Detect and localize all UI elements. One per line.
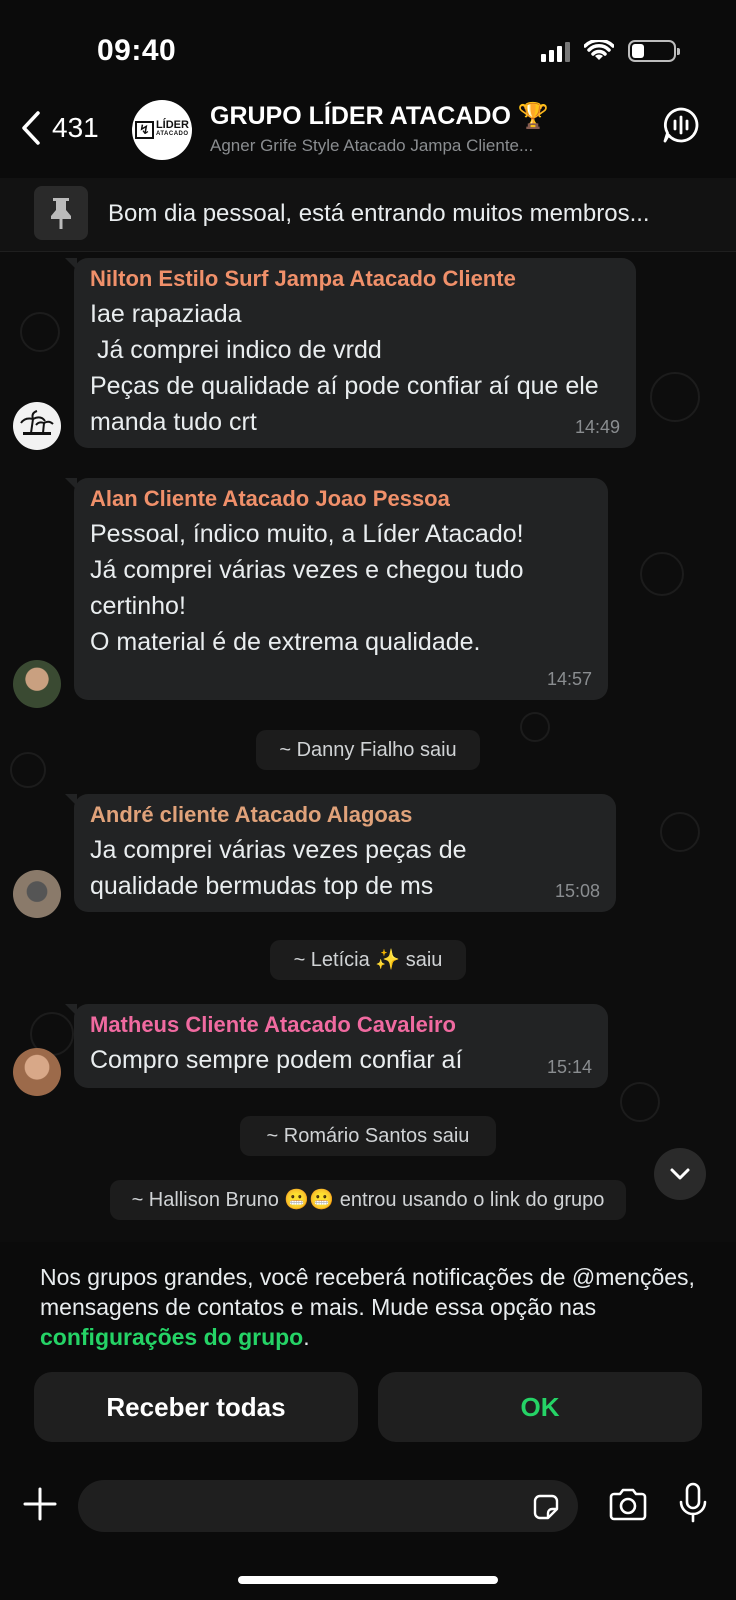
message-time: 15:08 bbox=[554, 881, 600, 901]
message-bubble[interactable]: André cliente Atacado Alagoas Ja comprei… bbox=[65, 794, 616, 912]
chevron-left-icon bbox=[22, 111, 40, 145]
wifi-icon bbox=[584, 40, 614, 60]
group-title[interactable]: GRUPO LÍDER ATACADO 🏆 bbox=[210, 102, 549, 131]
plus-icon[interactable] bbox=[22, 1486, 58, 1522]
avatar[interactable] bbox=[13, 870, 61, 918]
message-sender[interactable]: André cliente Atacado Alagoas bbox=[90, 802, 600, 828]
notification-notice: Nos grupos grandes, você receberá notifi… bbox=[0, 1242, 736, 1600]
message-text: Compro sempre podem confiar aí bbox=[90, 1046, 463, 1074]
message-time: 14:49 bbox=[574, 417, 620, 437]
chevron-down-icon bbox=[670, 1168, 690, 1180]
microphone-icon[interactable] bbox=[678, 1482, 708, 1524]
message-text: Ja comprei várias vezes peças de qualida… bbox=[90, 836, 474, 900]
group-avatar[interactable]: ↯ LÍDER ATACADO bbox=[132, 100, 192, 160]
message-sender[interactable]: Alan Cliente Atacado Joao Pessoa bbox=[90, 486, 592, 512]
message-input[interactable] bbox=[78, 1480, 578, 1532]
camera-icon[interactable] bbox=[608, 1488, 648, 1522]
system-message: ~ Romário Santos saiu bbox=[240, 1116, 496, 1156]
system-message: ~ Hallison Bruno 😬😬 entrou usando o link… bbox=[110, 1180, 626, 1220]
voice-chat-icon[interactable] bbox=[662, 106, 700, 144]
system-message: ~ Danny Fialho saiu bbox=[256, 730, 480, 770]
status-time: 09:40 bbox=[97, 34, 177, 67]
back-button[interactable]: 431 bbox=[20, 110, 99, 146]
message-time: 15:14 bbox=[546, 1057, 592, 1077]
pinned-text: Bom dia pessoal, está entrando muitos me… bbox=[108, 200, 650, 227]
message-bubble[interactable]: Nilton Estilo Surf Jampa Atacado Cliente… bbox=[65, 258, 636, 448]
sticker-icon[interactable] bbox=[532, 1493, 560, 1521]
system-message: ~ Letícia ✨ saiu bbox=[270, 940, 466, 980]
avatar[interactable] bbox=[13, 1048, 61, 1096]
whatsapp-chat-screen: 09:40 431 ↯ LÍDER ATACADO GRUPO LÍDER ATA… bbox=[0, 0, 736, 1600]
palm-tree-icon bbox=[20, 410, 54, 435]
chat-header: 431 ↯ LÍDER ATACADO GRUPO LÍDER ATACADO 🏆… bbox=[0, 88, 736, 178]
group-logo: ↯ LÍDER ATACADO bbox=[135, 120, 189, 139]
message-bubble[interactable]: Matheus Cliente Atacado Cavaleiro Compro… bbox=[65, 1004, 608, 1088]
status-icons bbox=[541, 40, 680, 62]
message-composer bbox=[0, 1470, 736, 1540]
avatar[interactable] bbox=[13, 402, 61, 450]
message-text: Pessoal, índico muito, a Líder Atacado! … bbox=[90, 520, 524, 656]
message-text: Iae rapaziada Já comprei indico de vrdd … bbox=[90, 300, 599, 436]
notice-text: Nos grupos grandes, você receberá notifi… bbox=[40, 1264, 695, 1350]
message-sender[interactable]: Matheus Cliente Atacado Cavaleiro bbox=[90, 1012, 592, 1038]
home-indicator[interactable] bbox=[238, 1576, 498, 1584]
receive-all-button[interactable]: Receber todas bbox=[34, 1372, 358, 1442]
message-bubble[interactable]: Alan Cliente Atacado Joao Pessoa Pessoal… bbox=[65, 478, 608, 700]
ok-button[interactable]: OK bbox=[378, 1372, 702, 1442]
pinned-message[interactable]: Bom dia pessoal, está entrando muitos me… bbox=[0, 178, 736, 252]
message-time: 14:57 bbox=[546, 669, 592, 689]
message-list[interactable]: Nilton Estilo Surf Jampa Atacado Cliente… bbox=[0, 252, 736, 1242]
unread-count: 431 bbox=[52, 112, 99, 143]
battery-icon bbox=[628, 40, 680, 62]
pin-icon bbox=[34, 186, 88, 240]
avatar[interactable] bbox=[13, 660, 61, 708]
scroll-down-button[interactable] bbox=[654, 1148, 706, 1200]
signal-icon bbox=[541, 40, 570, 62]
group-members[interactable]: Agner Grife Style Atacado Jampa Cliente.… bbox=[210, 136, 620, 156]
group-settings-link[interactable]: configurações do grupo bbox=[40, 1324, 303, 1350]
message-sender[interactable]: Nilton Estilo Surf Jampa Atacado Cliente bbox=[90, 266, 620, 292]
